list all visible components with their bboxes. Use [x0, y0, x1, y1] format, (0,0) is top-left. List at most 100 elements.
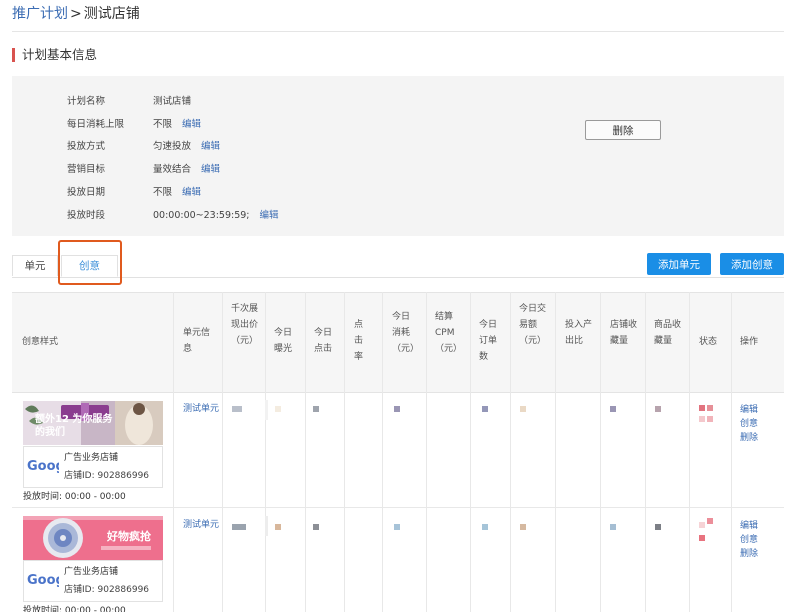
column-divider: [510, 292, 511, 612]
time-slot-edit-link[interactable]: 编辑: [260, 210, 279, 221]
column-divider: [470, 292, 471, 612]
creative-banner-fan: 好物疯抢: [23, 516, 163, 560]
column-divider: [689, 292, 690, 612]
plan-row-daily-limit: 每日消耗上限 不限 编辑: [67, 117, 201, 133]
tab-unit[interactable]: 单元: [12, 255, 58, 276]
unit-link[interactable]: 测试单元: [183, 518, 219, 532]
redacted-value: [394, 524, 400, 530]
shop-id: 店铺ID: 902886996: [64, 582, 149, 595]
column-divider: [426, 292, 427, 612]
redacted-value: [520, 524, 526, 530]
marketing-goal-value: 量效结合: [153, 164, 192, 175]
delete-link[interactable]: 删除: [740, 547, 758, 561]
banner-text: 好物疯抢: [107, 530, 151, 543]
column-divider: [382, 292, 383, 612]
shop-card: Goog 广告业务店铺 店铺ID: 902886996: [23, 446, 163, 488]
edit-link[interactable]: 编辑: [740, 519, 758, 533]
delivery-date-edit-link[interactable]: 编辑: [182, 187, 201, 198]
plan-row-delivery-method: 投放方式 匀速投放 编辑: [67, 139, 220, 155]
plan-name-label: 计划名称: [67, 96, 106, 107]
col-today-spend: 今日消耗（元）: [392, 312, 420, 354]
delete-link[interactable]: 删除: [740, 431, 758, 445]
unit-link[interactable]: 测试单元: [183, 402, 219, 416]
column-divider: [555, 292, 556, 612]
column-divider: [305, 292, 306, 612]
redacted-value: [610, 524, 616, 530]
shop-logo: Goog: [27, 573, 59, 588]
time-slot-label: 投放时段: [67, 210, 106, 221]
column-divider: [600, 292, 601, 612]
column-divider: [344, 292, 345, 612]
add-creative-button[interactable]: 添加创意: [720, 253, 784, 275]
creative-banner-gift: 额外12 为你服务的我们: [23, 401, 163, 445]
row-divider: [12, 507, 784, 508]
col-today-orders: 今日订单数: [479, 320, 498, 362]
col-creative-style: 创意样式: [22, 337, 59, 347]
delivery-date-value: 不限: [153, 187, 173, 198]
redacted-value: [610, 406, 616, 412]
status-indicator: [707, 416, 713, 422]
edit-link[interactable]: 编辑: [740, 403, 758, 417]
daily-limit-label: 每日消耗上限: [67, 119, 125, 130]
marketing-goal-edit-link[interactable]: 编辑: [201, 164, 220, 175]
tab-creative[interactable]: 创意: [61, 255, 118, 277]
breadcrumb-plans-link[interactable]: 推广计划: [12, 6, 68, 22]
creative-link[interactable]: 创意: [740, 533, 758, 547]
redacted-value: [520, 406, 526, 412]
creative-link[interactable]: 创意: [740, 417, 758, 431]
row-operations: 编辑 创意 删除: [740, 403, 758, 445]
daily-limit-edit-link[interactable]: 编辑: [182, 119, 201, 130]
delivery-method-value: 匀速投放: [153, 141, 192, 152]
delivery-method-label: 投放方式: [67, 141, 106, 152]
shop-id-label: 店铺ID:: [64, 471, 95, 481]
shop-id: 店铺ID: 902886996: [64, 468, 149, 481]
column-divider: [265, 292, 266, 612]
col-unit-info: 单元信息: [183, 328, 211, 354]
breadcrumb-separator: >: [70, 6, 82, 22]
column-divider: [173, 292, 174, 612]
plan-row-marketing-goal: 营销目标 量效结合 编辑: [67, 162, 220, 178]
col-today-clicks: 今日点击: [314, 328, 333, 354]
col-roi: 投入产出比: [565, 320, 593, 346]
plan-name-value: 测试店铺: [153, 96, 192, 107]
banner-text: 额外12 为你服务的我们: [35, 414, 113, 438]
redacted-value: [232, 406, 242, 412]
redacted-value: [394, 406, 400, 412]
column-divider: [731, 292, 732, 612]
breadcrumb-current: 测试店铺: [83, 6, 140, 22]
add-unit-button[interactable]: 添加单元: [647, 253, 711, 275]
col-cpm-bid: 千次展现出价（元）: [231, 304, 259, 346]
status-indicator: [699, 405, 705, 411]
col-operations: 操作: [740, 337, 759, 347]
redacted-value: [482, 406, 488, 412]
plan-info-panel: 计划名称 测试店铺 每日消耗上限 不限 编辑 投放方式 匀速投放 编辑 营销目标 量效结合编…: [12, 76, 784, 236]
redacted-value: [655, 524, 661, 530]
shop-card: Goog 广告业务店铺 店铺ID: 902886996: [23, 560, 163, 602]
section-title: 计划基本信息: [12, 48, 97, 62]
redacted-value: [275, 406, 281, 412]
status-indicator: [699, 522, 705, 528]
col-settlement-cpm: 结算CPM（元）: [435, 312, 463, 354]
redacted-value: [482, 524, 488, 530]
breadcrumb: 推广计划 > 测试店铺: [12, 3, 140, 23]
redacted-value: [265, 516, 268, 536]
plan-row-name: 计划名称 测试店铺: [67, 94, 191, 110]
shop-id-value: 902886996: [97, 585, 150, 595]
shop-name: 广告业务店铺: [64, 567, 119, 577]
daily-limit-value: 不限: [153, 119, 173, 130]
status-indicator: [699, 416, 705, 422]
marketing-goal-label: 营销目标: [67, 164, 106, 175]
col-shop-favorites: 店铺收藏量: [610, 320, 638, 346]
delivery-schedule: 投放时间: 00:00 - 00:00: [23, 492, 126, 502]
shop-name: 广告业务店铺: [64, 453, 119, 463]
delete-plan-button[interactable]: 删除: [585, 120, 661, 140]
header-divider: [12, 31, 784, 32]
delivery-method-edit-link[interactable]: 编辑: [201, 141, 220, 152]
status-indicator: [707, 518, 713, 524]
delivery-date-label: 投放日期: [67, 187, 106, 198]
shop-id-value: 902886996: [97, 471, 150, 481]
redacted-value: [313, 406, 319, 412]
redacted-value: [655, 406, 661, 412]
delivery-schedule: 投放时间: 00:00 - 00:00: [23, 606, 126, 612]
col-item-favorites: 商品收藏量: [654, 320, 682, 346]
